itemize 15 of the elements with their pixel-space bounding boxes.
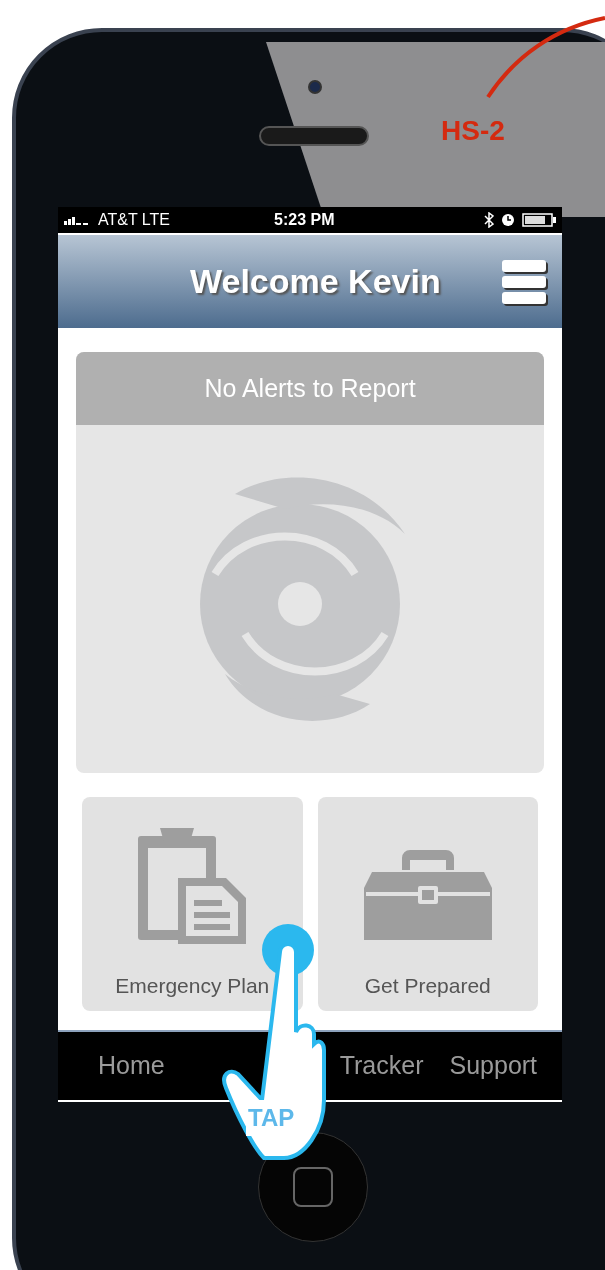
menu-button[interactable] [502,259,546,304]
tab-item[interactable]: Tracker [339,1047,424,1085]
feature-tile[interactable]: Emergency Plan [82,797,303,1011]
status-time: 5:23 PM [274,210,335,230]
alert-message: No Alerts to Report [204,372,416,404]
tab-item[interactable]: Home [98,1047,165,1085]
clock-icon [502,214,514,226]
battery-icon [522,213,556,227]
header-title: Welcome Kevin [190,261,441,302]
feature-tile[interactable]: Get Prepared [317,797,538,1011]
tap-label: TAP [246,1100,297,1136]
bluetooth-icon [484,212,494,228]
annotation-label: HS-2 [441,114,505,148]
carrier-label: AT&T LTE [98,210,170,230]
tab-item[interactable]: Support [449,1047,538,1085]
